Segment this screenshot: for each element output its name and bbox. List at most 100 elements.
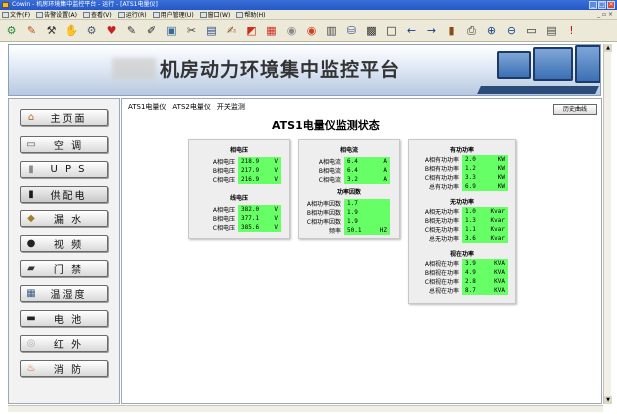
- sidebar-item-battery[interactable]: ▬ 电 池: [20, 310, 108, 327]
- value-number: 6.4: [347, 167, 358, 174]
- value-number: 3.9: [465, 260, 476, 267]
- user-tool-icon[interactable]: ✎: [23, 22, 40, 39]
- measurement-value: 1.7: [344, 199, 390, 208]
- sidebar-item-ups[interactable]: ▮ U P S: [20, 161, 108, 178]
- hammer-icon[interactable]: ⚒: [43, 22, 60, 39]
- window-controls: _ □ ×: [589, 1, 615, 9]
- phase-voltage-title: 相电压: [229, 147, 248, 154]
- zoom-in-icon[interactable]: ⊕: [483, 22, 500, 39]
- run-icon: [117, 11, 125, 18]
- monitor-icon[interactable]: ▩: [363, 22, 380, 39]
- brush-icon[interactable]: ✍: [223, 22, 240, 39]
- pen-icon[interactable]: ✐: [143, 22, 160, 39]
- maximize-icon[interactable]: □: [598, 1, 606, 9]
- menu-item[interactable]: 帮助(H): [236, 10, 266, 19]
- value-unit: A: [383, 167, 387, 174]
- measurement-value: 1.0 Kvar: [462, 207, 508, 216]
- sidebar-item-label: 门 禁: [53, 265, 84, 276]
- measurement-value: 3.9 KVA: [462, 259, 508, 268]
- menu-item-label: 查看(V): [90, 12, 112, 19]
- sidebar-item-label: 电 池: [53, 315, 84, 326]
- vertical-scrollbar[interactable]: ▲ ▼: [603, 44, 612, 404]
- chart-icon[interactable]: ▤: [203, 22, 220, 39]
- tab-switch-monitor[interactable]: 开关监测: [217, 102, 245, 112]
- sidebar-item-water-leak[interactable]: ◆ 漏 水: [20, 210, 108, 227]
- screen-icon[interactable]: ▭: [523, 22, 540, 39]
- sidebar-item-fire[interactable]: ♨ 消 防: [20, 360, 108, 377]
- books-icon[interactable]: ▮: [443, 22, 460, 39]
- image-icon[interactable]: ▣: [163, 22, 180, 39]
- value-unit: KVA: [494, 287, 505, 294]
- value-unit: KW: [497, 183, 505, 190]
- measurement-row: A相电压 382.0 V: [190, 205, 281, 214]
- report-icon[interactable]: ▤: [543, 22, 560, 39]
- menu-item[interactable]: 告警设置(A): [36, 10, 77, 19]
- plugin-icon[interactable]: ⚙: [3, 22, 20, 39]
- heart-icon[interactable]: ♥: [103, 22, 120, 39]
- value-number: 50.1: [347, 227, 362, 234]
- grid-icon[interactable]: ▦: [263, 22, 280, 39]
- history-curve-button[interactable]: 历史曲线: [553, 104, 597, 115]
- sidebar-item-infrared[interactable]: ◎ 红 外: [20, 335, 108, 352]
- air-conditioner-icon: ▭: [26, 139, 36, 150]
- horizontal-scrollbar[interactable]: [8, 405, 603, 412]
- measurement-value: 1.1 Kvar: [462, 225, 508, 234]
- measurement-row: C相有功功率 3.3 KW: [410, 173, 508, 182]
- menu-item-label: 帮助(H): [244, 12, 266, 19]
- tools-icon[interactable]: ⚙: [83, 22, 100, 39]
- menu-item-label: 运行(R): [125, 12, 147, 19]
- zoom-out-icon[interactable]: ⊖: [503, 22, 520, 39]
- sidebar-item-video[interactable]: ● 视 频: [20, 235, 108, 252]
- measurement-label: 总视在功率: [428, 288, 459, 295]
- measurement-label: B相电压: [212, 216, 235, 223]
- mdi-window-controls[interactable]: _ ▫ ×: [597, 11, 613, 18]
- file-icon: [2, 11, 9, 18]
- value-number: 1.0: [465, 208, 476, 215]
- measurement-label: A相有功功率: [424, 157, 459, 164]
- close-icon[interactable]: ×: [607, 1, 615, 9]
- sidebar-item-power-distribution[interactable]: ▮ 供配电: [20, 186, 108, 203]
- value-unit: Kvar: [490, 208, 505, 215]
- tab-ats1[interactable]: ATS1电量仪: [128, 102, 166, 112]
- active-power-title: 有功功率: [449, 147, 474, 154]
- alert-icon[interactable]: ◉: [303, 22, 320, 39]
- menu-item[interactable]: 查看(V): [82, 10, 112, 19]
- menu-item[interactable]: 运行(R): [117, 10, 147, 19]
- scroll-up-icon[interactable]: ▲: [604, 44, 612, 52]
- square-icon[interactable]: □: [383, 22, 400, 39]
- sidebar-item-label: 消 防: [53, 365, 84, 376]
- arrow-right-icon[interactable]: →: [423, 22, 440, 39]
- measurement-value: 1.9: [344, 208, 390, 217]
- measurement-label: A相功率因数: [306, 201, 341, 208]
- sidebar-item-label: 漏 水: [53, 215, 84, 226]
- measurement-label: C相视在功率: [424, 279, 459, 286]
- print-icon[interactable]: ⎙: [463, 22, 480, 39]
- measurement-value: 217.9 V: [238, 166, 281, 175]
- alarm-bell-icon[interactable]: ◉: [283, 22, 300, 39]
- value-unit: V: [274, 167, 278, 174]
- minimize-icon[interactable]: _: [589, 1, 597, 9]
- value-number: 216.9: [241, 176, 260, 183]
- menu-item[interactable]: 窗口(W): [199, 10, 230, 19]
- menu-item[interactable]: 文件(F): [2, 10, 30, 19]
- edit-icon[interactable]: ✎: [123, 22, 140, 39]
- keyboard-graphic: [477, 86, 599, 94]
- handshake-icon[interactable]: ✋: [63, 22, 80, 39]
- arrow-left-icon[interactable]: ←: [403, 22, 420, 39]
- power-distribution-icon: ▮: [28, 189, 34, 200]
- table-icon[interactable]: ▥: [323, 22, 340, 39]
- cut-icon[interactable]: ✂: [183, 22, 200, 39]
- measurement-label: A相视在功率: [424, 261, 459, 268]
- sidebar-item-air-conditioner[interactable]: ▭ 空 调: [20, 136, 108, 153]
- toggle-icon[interactable]: ◩: [243, 22, 260, 39]
- tab-ats2[interactable]: ATS2电量仪: [172, 102, 210, 112]
- sidebar-item-temp-humidity[interactable]: ▦ 温湿度: [20, 285, 108, 302]
- exit-icon[interactable]: !: [563, 22, 580, 39]
- network-icon[interactable]: ⛁: [343, 22, 360, 39]
- menu-item[interactable]: 用户管理(U): [152, 10, 194, 19]
- scroll-down-icon[interactable]: ▼: [604, 396, 612, 404]
- sidebar-item-home[interactable]: ⌂ 主页面: [20, 109, 108, 126]
- sidebar-item-access-control[interactable]: ▰ 门 禁: [20, 260, 108, 277]
- measurement-row: B相无功功率 1.3 Kvar: [410, 216, 508, 225]
- value-unit: KVA: [494, 278, 505, 285]
